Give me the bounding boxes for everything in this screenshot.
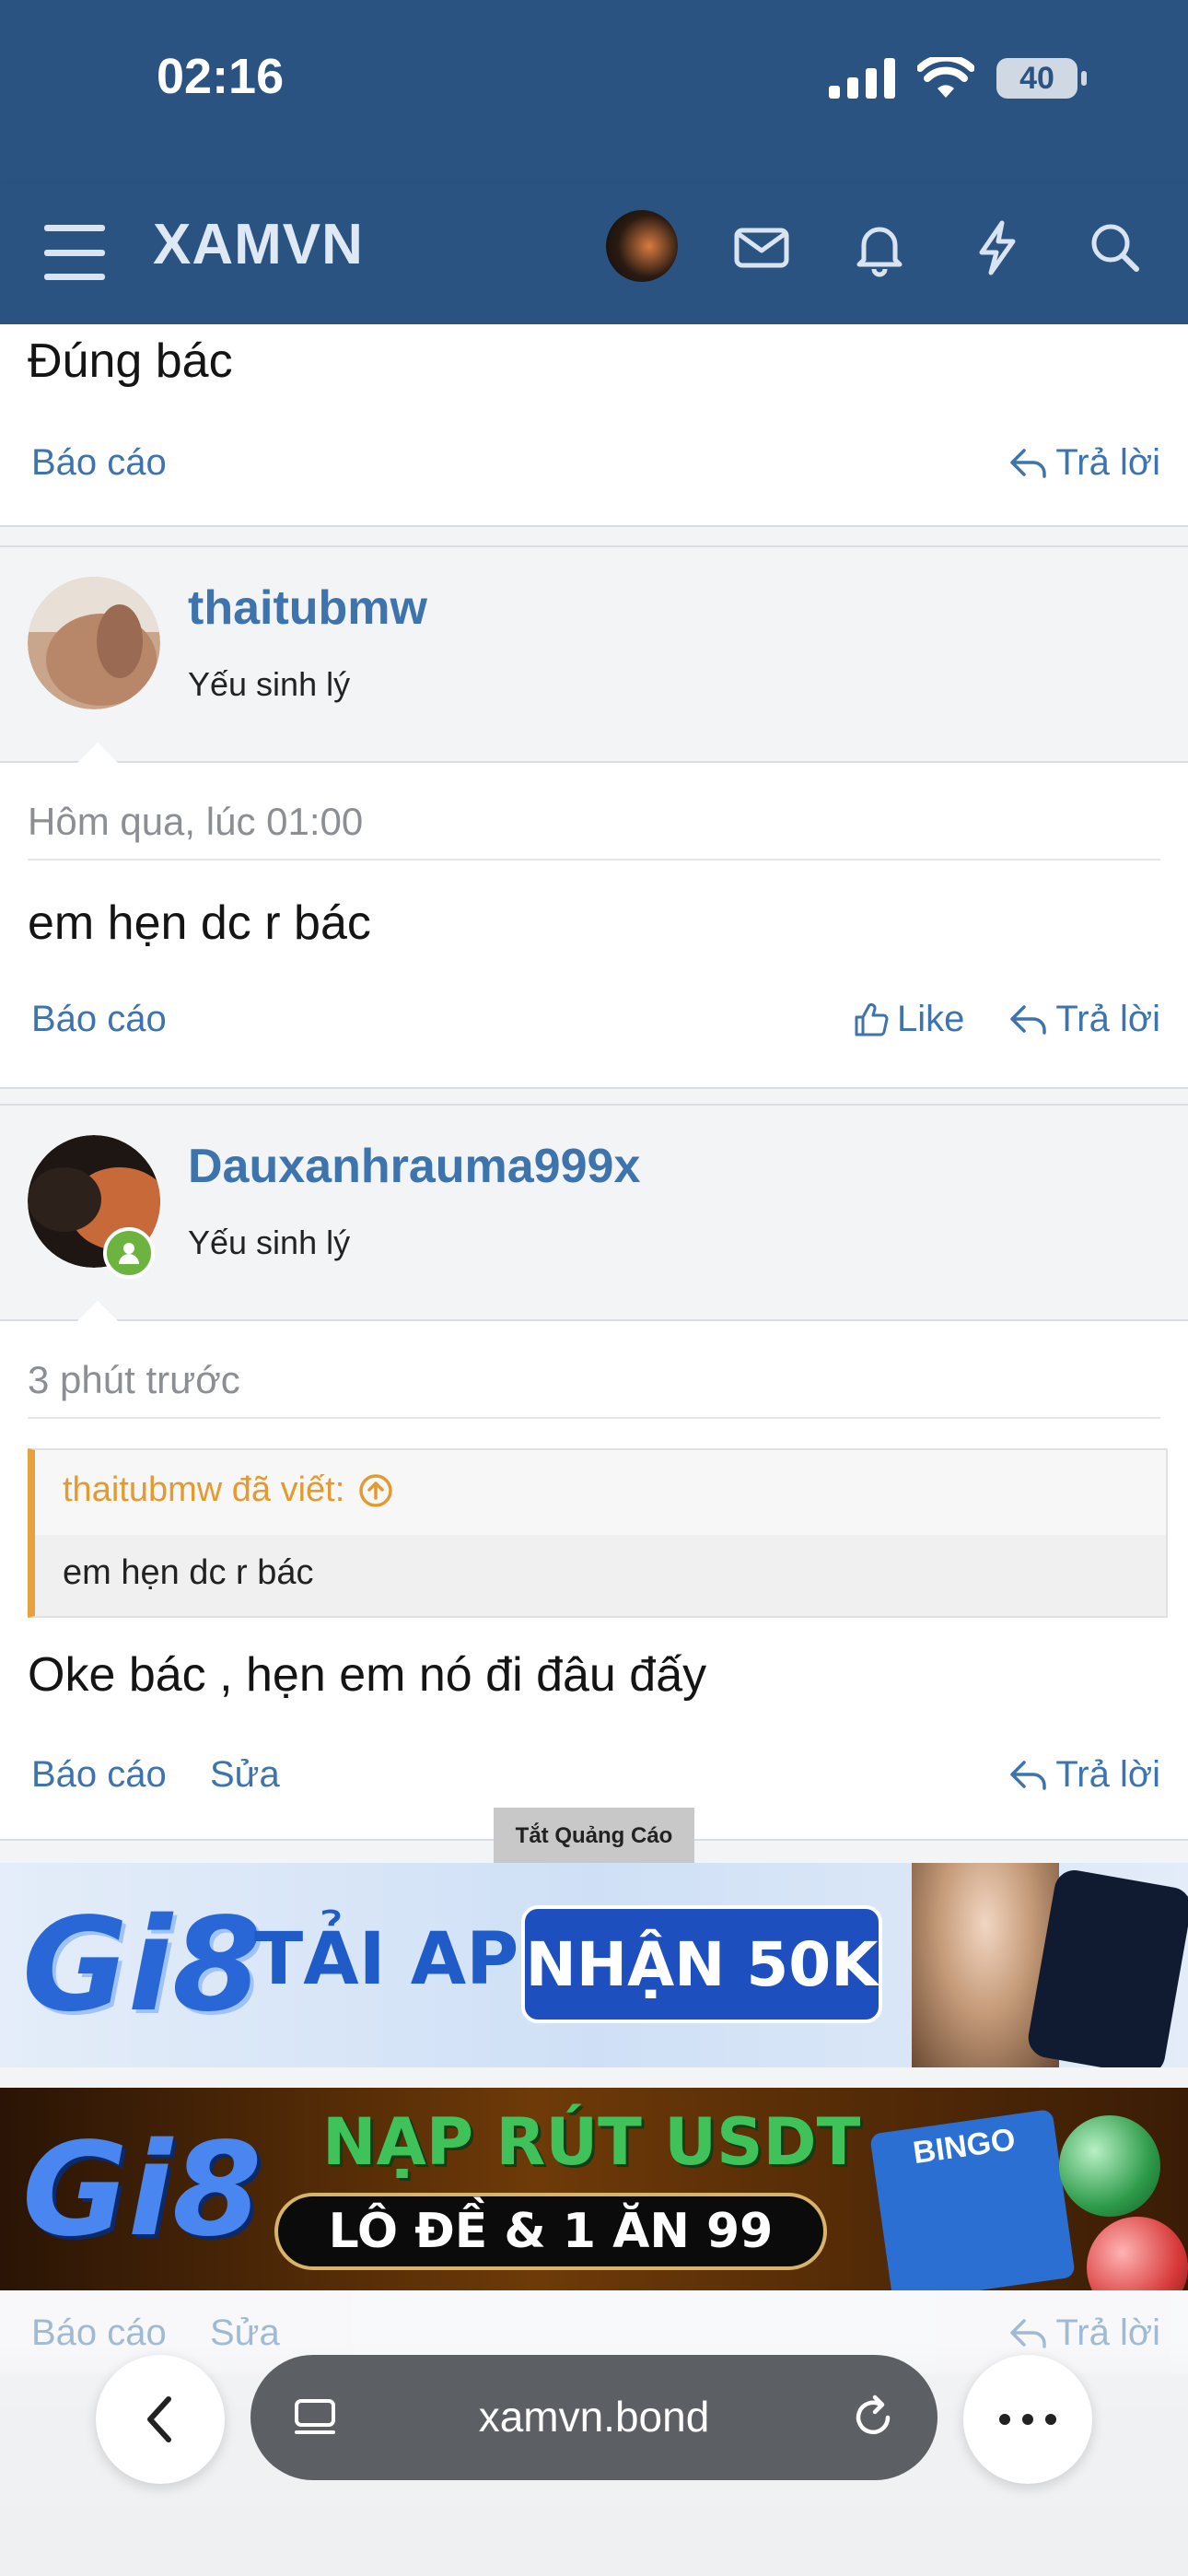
- ad-badge: NHẬN 50K: [521, 1905, 882, 2023]
- reply-icon: [1010, 1004, 1047, 1035]
- ad-subheadline: LÔ ĐỀ & 1 ĂN 99: [274, 2193, 827, 2270]
- arrow-up-circle-icon[interactable]: [357, 1472, 394, 1509]
- post-timestamp[interactable]: 3 phút trước: [28, 1358, 240, 1402]
- quote-block: thaitubmw đã viết: em hẹn dc r bác: [28, 1448, 1168, 1618]
- like-button[interactable]: Like: [853, 999, 964, 1040]
- site-logo[interactable]: XAMVN: [153, 212, 364, 277]
- lightning-icon[interactable]: [965, 216, 1030, 280]
- hide-ads-button[interactable]: Tắt Quảng Cáo: [494, 1808, 694, 1865]
- avatar[interactable]: [28, 577, 160, 709]
- post-text: em hẹn dc r bác: [28, 896, 371, 950]
- reply-button[interactable]: Trả lời: [1009, 442, 1160, 484]
- chevron-left-icon: [147, 2396, 171, 2442]
- post-timestamp[interactable]: Hôm qua, lúc 01:00: [28, 800, 363, 844]
- report-link[interactable]: Báo cáo: [31, 1754, 167, 1796]
- cellular-signal-icon: [829, 58, 895, 99]
- reply-button[interactable]: Trả lời: [1009, 1754, 1160, 1796]
- post-header: thaitubmw Yếu sinh lý: [0, 547, 1188, 763]
- status-icons: 40: [829, 57, 1087, 100]
- post-card: Đúng bác Báo cáo Trả lời: [0, 324, 1188, 527]
- quote-author[interactable]: thaitubmw đã viết:: [63, 1470, 394, 1510]
- address-bar[interactable]: xamvn.bond: [250, 2355, 938, 2480]
- header-notch: [77, 743, 118, 763]
- online-indicator: [103, 1227, 155, 1279]
- search-icon[interactable]: [1083, 216, 1147, 280]
- like-label: Like: [897, 999, 965, 1039]
- reload-icon[interactable]: [847, 2392, 899, 2443]
- bell-icon[interactable]: [847, 216, 912, 280]
- user-icon: [119, 1243, 139, 1264]
- reply-button[interactable]: Trả lời: [1009, 999, 1160, 1040]
- ad-headline: NẠP RÚT USDT: [322, 2104, 861, 2180]
- ad-ball-image: [1087, 2217, 1188, 2290]
- user-rank: Yếu sinh lý: [188, 1224, 351, 1261]
- quote-author-label: thaitubmw đã viết:: [63, 1470, 345, 1509]
- back-button[interactable]: [96, 2355, 225, 2484]
- top-navbar: XAMVN: [0, 184, 1188, 324]
- reply-label: Trả lời: [1055, 999, 1160, 1039]
- reply-icon: [1010, 1760, 1047, 1790]
- header-notch: [77, 1301, 118, 1321]
- wifi-icon: [917, 57, 974, 98]
- report-link[interactable]: Báo cáo: [31, 999, 167, 1040]
- url-text[interactable]: xamvn.bond: [250, 2392, 938, 2441]
- post-header: Dauxanhrauma999x Yếu sinh lý: [0, 1106, 1188, 1321]
- more-button[interactable]: [963, 2355, 1092, 2484]
- thumbs-up-icon: [855, 1002, 889, 1036]
- ad-logo: Gi8: [22, 1891, 262, 2041]
- more-dots-icon: [999, 2414, 1056, 2425]
- ad-bingo-label: BINGO: [911, 2122, 1018, 2172]
- status-time: 02:16: [157, 49, 285, 104]
- reply-label: Trả lời: [1055, 442, 1160, 483]
- post-card: thaitubmw Yếu sinh lý Hôm qua, lúc 01:00…: [0, 545, 1188, 1089]
- edit-link[interactable]: Sửa: [210, 1754, 280, 1796]
- post-card: Dauxanhrauma999x Yếu sinh lý 3 phút trướ…: [0, 1104, 1188, 1841]
- user-rank: Yếu sinh lý: [188, 665, 351, 703]
- reply-label: Trả lời: [1055, 1754, 1160, 1795]
- report-link[interactable]: Báo cáo: [31, 442, 167, 484]
- divider: [28, 859, 1160, 861]
- user-avatar[interactable]: [606, 210, 678, 282]
- post-text: Oke bác , hẹn em nó đi đâu đấy: [28, 1648, 707, 1702]
- inbox-icon[interactable]: [729, 216, 794, 280]
- username[interactable]: thaitubmw: [188, 580, 427, 636]
- status-bar: 02:16 40: [0, 0, 1188, 184]
- reply-icon: [1010, 448, 1047, 478]
- username[interactable]: Dauxanhrauma999x: [188, 1139, 640, 1194]
- quote-body: em hẹn dc r bác: [35, 1535, 1166, 1616]
- quote-text: em hẹn dc r bác: [63, 1553, 314, 1592]
- menu-icon[interactable]: [44, 225, 105, 280]
- ad-banner[interactable]: Gi8 TẢI APP NHẬN 50K: [0, 1863, 1188, 2067]
- post-text: Đúng bác: [28, 334, 233, 388]
- battery-icon: 40: [996, 58, 1087, 99]
- ad-bingo-card: BINGO: [869, 2108, 1076, 2290]
- ad-logo: Gi8: [22, 2115, 262, 2266]
- ad-ball-image: [1059, 2115, 1160, 2217]
- ad-banner[interactable]: Gi8 NẠP RÚT USDT LÔ ĐỀ & 1 ĂN 99 BINGO: [0, 2088, 1188, 2290]
- divider: [28, 1417, 1160, 1419]
